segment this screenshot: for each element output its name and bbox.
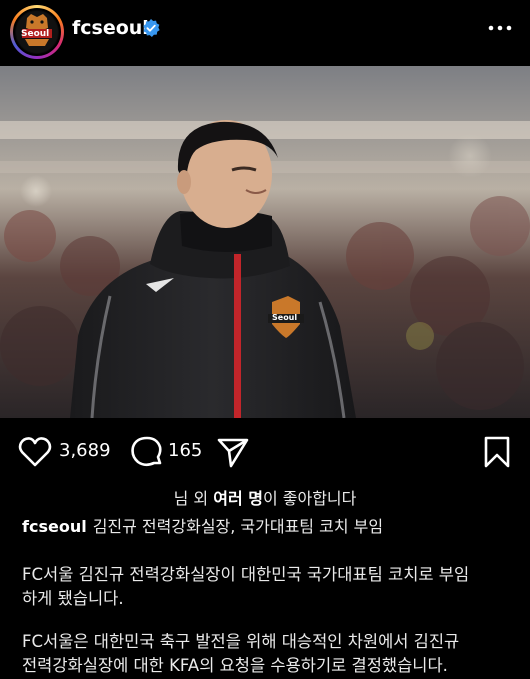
- caption-headline-text: 김진규 전력강화실장, 국가대표팀 코치 부임: [92, 517, 384, 536]
- caption-paragraph-2: FC서울은 대한민국 축구 발전을 위해 대승적인 차원에서 김진규 전력강화실…: [22, 630, 522, 678]
- caption-paragraph-1-line-1: FC서울 김진규 전력강화실장이 대한민국 국가대표팀 코치로 부임: [22, 565, 470, 584]
- liked-by-text[interactable]: 님 외 여러 명이 좋아합니다: [0, 485, 530, 509]
- caption-paragraph-2-line-2: 전력강화실장에 대한 KFA의 요청을 수용하기로 결정했습니다.: [22, 656, 448, 675]
- action-bar: 3,689 165: [0, 418, 530, 486]
- like-count[interactable]: 3,689: [59, 440, 111, 461]
- share-icon[interactable]: [216, 436, 250, 468]
- comment-count[interactable]: 165: [168, 440, 202, 461]
- more-options-icon[interactable]: [488, 18, 512, 38]
- jacket-crest-text: Seoul: [272, 313, 298, 322]
- verified-badge-icon: [143, 19, 160, 37]
- comment-icon[interactable]: [130, 436, 164, 468]
- caption-paragraph-1-line-2: 하게 됐습니다.: [22, 589, 124, 608]
- liked-by-prefix: 님 외: [173, 489, 214, 508]
- heart-icon[interactable]: [18, 436, 52, 468]
- caption-username[interactable]: fcseoul: [22, 517, 87, 536]
- story-ring[interactable]: Seoul: [10, 5, 64, 59]
- username[interactable]: fcseoul: [72, 17, 149, 39]
- avatar[interactable]: Seoul: [13, 8, 61, 56]
- caption-paragraph-1: FC서울 김진규 전력강화실장이 대한민국 국가대표팀 코치로 부임 하게 됐습…: [22, 563, 522, 611]
- post-photo[interactable]: Seoul: [0, 66, 530, 418]
- caption-paragraph-2-line-1: FC서울은 대한민국 축구 발전을 위해 대승적인 차원에서 김진규: [22, 632, 460, 651]
- liked-by-suffix: 이 좋아합니다: [262, 489, 357, 508]
- coach-photo-illustration: [0, 66, 530, 418]
- bookmark-icon[interactable]: [480, 436, 514, 468]
- caption-headline: fcseoul 김진규 전력강화실장, 국가대표팀 코치 부임: [22, 513, 522, 537]
- liked-by-others[interactable]: 여러 명: [213, 489, 263, 508]
- post-header: Seoul fcseoul: [0, 0, 530, 66]
- avatar-logo-text: Seoul: [21, 29, 50, 39]
